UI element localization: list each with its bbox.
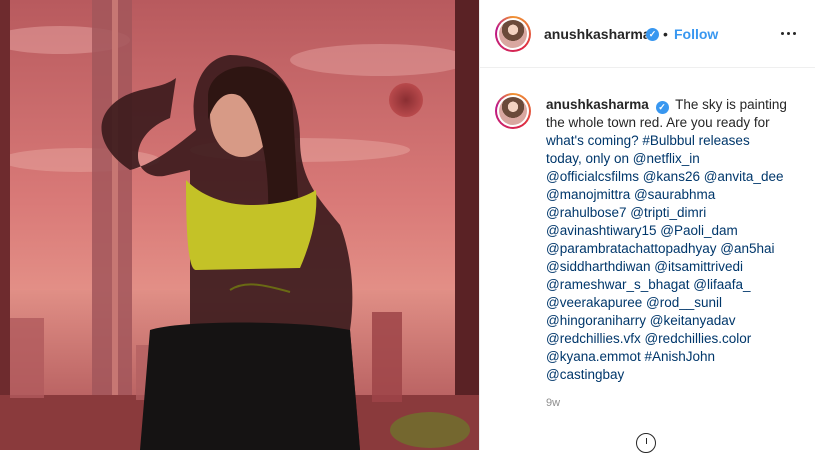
instagram-post: anushkasharma ✓ • Follow anushkasharma ✓…	[0, 0, 815, 453]
caption-line[interactable]: @veerakapuree @rod__sunil	[546, 295, 722, 310]
caption-line[interactable]: @rameshwar_s_bhagat @lifaafa_	[546, 277, 751, 292]
portrait-photo	[0, 0, 479, 450]
post-photo[interactable]	[0, 0, 479, 450]
separator-dot: •	[663, 26, 668, 42]
post-header: anushkasharma ✓ • Follow	[480, 0, 815, 68]
caption-line[interactable]: @kyana.emmot #AnishJohn	[546, 349, 715, 364]
load-more-comments-icon[interactable]	[636, 433, 656, 453]
verified-badge-icon: ✓	[655, 101, 669, 114]
caption-line[interactable]: @siddharthdiwan @itsamittrivedi	[546, 259, 743, 274]
post-caption: anushkasharma ✓ The sky is painting the …	[546, 96, 800, 384]
caption-line: today, only on @netflix_in	[546, 151, 700, 166]
avatar-photo	[499, 97, 527, 125]
caption-line[interactable]: @redchillies.vfx @redchillies.color	[546, 331, 751, 346]
more-options-icon[interactable]	[777, 22, 801, 46]
caption-line: The sky is painting	[675, 97, 787, 112]
caption-username[interactable]: anushkasharma	[546, 97, 649, 112]
post-timestamp[interactable]: 9w	[546, 397, 560, 409]
caption-line[interactable]: @manojmittra @saurabhma	[546, 187, 715, 202]
verified-badge-icon: ✓	[646, 28, 659, 41]
avatar-photo	[499, 20, 527, 48]
follow-button[interactable]: Follow	[674, 26, 718, 42]
caption-line[interactable]: @hingoraniharry @keitanyadav	[546, 313, 736, 328]
caption-line[interactable]: @officialcsfilms @kans26 @anvita_dee	[546, 169, 783, 184]
caption-line[interactable]: @avinashtiwary15 @Paoli_dam	[546, 223, 738, 238]
caption-line: the whole town red. Are you ready for	[546, 115, 770, 130]
post-sidebar: anushkasharma ✓ • Follow anushkasharma ✓…	[479, 0, 815, 453]
caption-line[interactable]: @castingbay	[546, 367, 624, 382]
caption-line[interactable]: @parambratachattopadhyay @an5hai	[546, 241, 775, 256]
caption-avatar[interactable]	[495, 93, 531, 129]
caption-line: what's coming? #Bulbbul releases	[546, 133, 750, 148]
author-avatar[interactable]	[495, 16, 531, 52]
caption-line[interactable]: @rahulbose7 @tripti_dimri	[546, 205, 706, 220]
author-username[interactable]: anushkasharma	[544, 26, 651, 42]
